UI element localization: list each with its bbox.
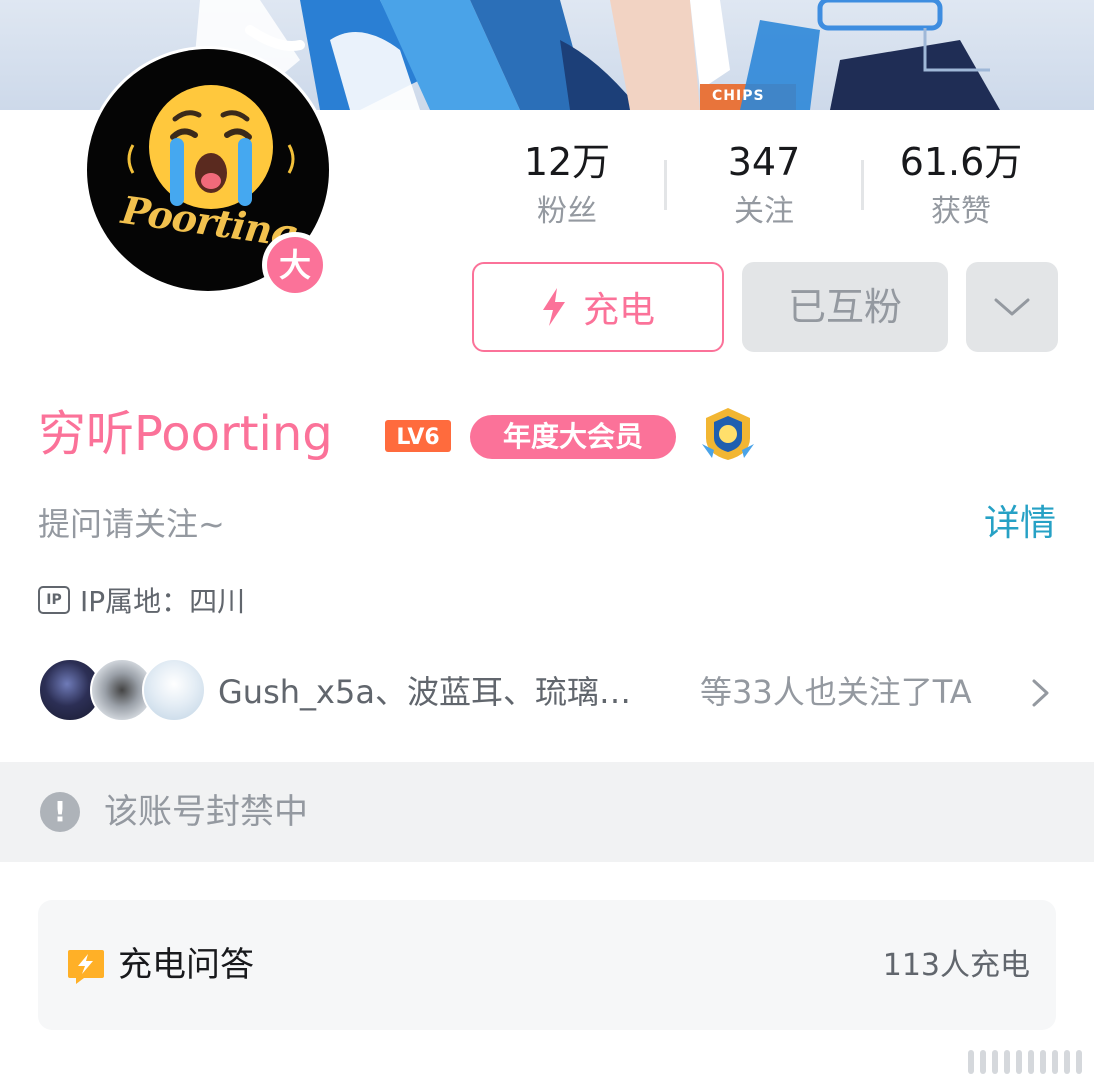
detail-link[interactable]: 详情: [984, 500, 1056, 548]
charge-qa-icon: [68, 950, 104, 984]
mutual-followers-avatars[interactable]: [38, 658, 208, 722]
stat-fans[interactable]: 12万 粉丝: [472, 140, 662, 232]
stat-following-value: 347: [727, 140, 801, 184]
charge-qa-card[interactable]: 充电问答 113人充电: [38, 900, 1056, 1030]
ip-location: IP IP属地：四川: [38, 580, 245, 620]
stat-divider: [861, 160, 864, 210]
username: 穷听Poorting: [38, 406, 333, 462]
charge-qa-title: 充电问答: [118, 945, 254, 985]
stat-fans-label: 粉丝: [537, 194, 597, 229]
medal-icon[interactable]: [698, 404, 758, 464]
stat-likes-value: 61.6万: [899, 140, 1023, 184]
stat-divider: [664, 160, 667, 210]
level-badge: LV6: [384, 419, 452, 453]
follower-avatar: [142, 658, 206, 722]
level-badge-text: LV6: [396, 425, 439, 450]
banned-notice: ! 该账号封禁中: [0, 762, 1094, 862]
charge-qa-count: 113人充电: [882, 948, 1030, 983]
stat-likes-label: 获赞: [931, 194, 991, 229]
charge-button-label: 充电: [582, 290, 655, 331]
mutual-followers-names[interactable]: Gush_x5a、波蓝耳、琉璃…: [218, 670, 631, 714]
lightning-icon: [542, 288, 565, 326]
mutual-followers-count[interactable]: 等33人也关注了TA: [700, 670, 972, 714]
stat-following[interactable]: 347 关注: [669, 140, 859, 232]
stat-fans-value: 12万: [523, 140, 611, 184]
charge-button[interactable]: 充电: [472, 262, 724, 352]
level-badge-shape: LV6: [385, 420, 451, 452]
ip-location-text: IP属地：四川: [80, 585, 246, 618]
more-options-button[interactable]: [966, 262, 1058, 352]
chevron-down-icon: [994, 298, 1030, 316]
stat-likes[interactable]: 61.6万 获赞: [866, 140, 1056, 232]
ip-icon: IP: [38, 586, 70, 614]
medal-shape: [702, 408, 754, 460]
stat-following-label: 关注: [734, 194, 794, 229]
chevron-right-icon[interactable]: [1030, 678, 1052, 708]
watermark: [968, 1050, 1082, 1074]
warning-icon: !: [40, 792, 80, 832]
banned-notice-text: 该账号封禁中: [104, 792, 308, 832]
mutual-follow-button[interactable]: 已互粉: [742, 262, 948, 352]
big-member-badge: 大: [262, 232, 328, 298]
bio-text: 提问请关注~: [38, 505, 225, 543]
big-member-badge-text: 大: [267, 237, 323, 293]
banner-sign-text: CHIPS: [712, 88, 765, 104]
annual-vip-badge[interactable]: 年度大会员: [470, 415, 676, 459]
